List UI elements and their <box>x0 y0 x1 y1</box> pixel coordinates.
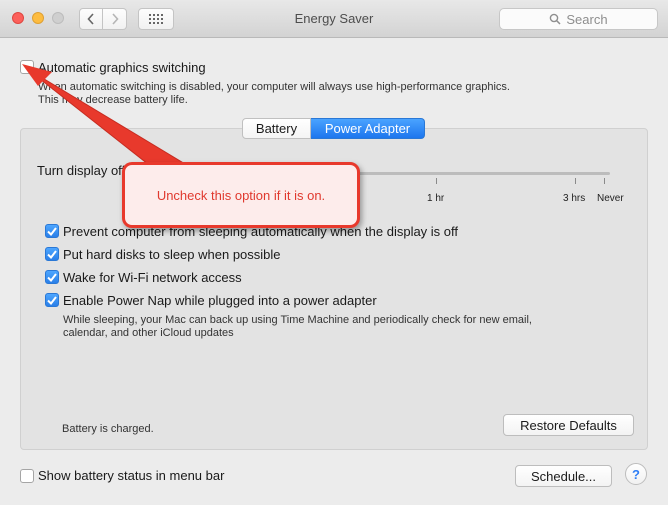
automatic-graphics-switching-label[interactable]: Automatic graphics switching <box>38 60 206 75</box>
graphics-description-line1: When automatic switching is disabled, yo… <box>38 81 510 93</box>
checkmark-icon <box>47 295 57 305</box>
checkmark-icon <box>47 249 57 259</box>
hard-disk-sleep-label[interactable]: Put hard disks to sleep when possible <box>63 247 281 262</box>
schedule-button[interactable]: Schedule... <box>515 465 612 487</box>
tab-bar: Battery Power Adapter <box>242 118 425 139</box>
power-nap-description-line1: While sleeping, your Mac can back up usi… <box>63 314 532 326</box>
power-nap-label[interactable]: Enable Power Nap while plugged into a po… <box>63 293 377 308</box>
tick-label-never: Never <box>597 193 624 204</box>
slider-tick <box>604 178 605 184</box>
checkmark-icon <box>47 226 57 236</box>
hard-disk-sleep-checkbox[interactable] <box>45 247 59 261</box>
show-battery-status-label[interactable]: Show battery status in menu bar <box>38 468 224 483</box>
power-nap-checkbox[interactable] <box>45 293 59 307</box>
tab-power-adapter[interactable]: Power Adapter <box>311 118 425 139</box>
automatic-graphics-switching-checkbox[interactable] <box>20 60 34 74</box>
prevent-sleep-checkbox[interactable] <box>45 224 59 238</box>
graphics-description-line2: This may decrease battery life. <box>38 94 188 106</box>
title-bar: Energy Saver Search <box>0 0 668 38</box>
show-battery-status-checkbox[interactable] <box>20 469 34 483</box>
search-placeholder: Search <box>566 11 608 27</box>
wake-wifi-checkbox[interactable] <box>45 270 59 284</box>
annotation-callout: Uncheck this option if it is on. <box>122 162 360 228</box>
tick-label-3hrs: 3 hrs <box>563 193 586 204</box>
slider-tick <box>436 178 437 184</box>
tick-label-1hr: 1 hr <box>427 193 445 204</box>
checkmark-icon <box>47 272 57 282</box>
energy-saver-window: Energy Saver Search Automatic graphics s… <box>0 0 668 505</box>
wake-wifi-label[interactable]: Wake for Wi-Fi network access <box>63 270 242 285</box>
power-nap-description-line2: calendar, and other iCloud updates <box>63 327 234 339</box>
battery-status-text: Battery is charged. <box>62 423 154 435</box>
search-icon <box>550 13 561 25</box>
help-button[interactable]: ? <box>625 463 647 485</box>
tab-battery[interactable]: Battery <box>242 118 311 139</box>
restore-defaults-button[interactable]: Restore Defaults <box>503 414 634 436</box>
search-field[interactable]: Search <box>499 8 658 30</box>
slider-tick <box>575 178 576 184</box>
